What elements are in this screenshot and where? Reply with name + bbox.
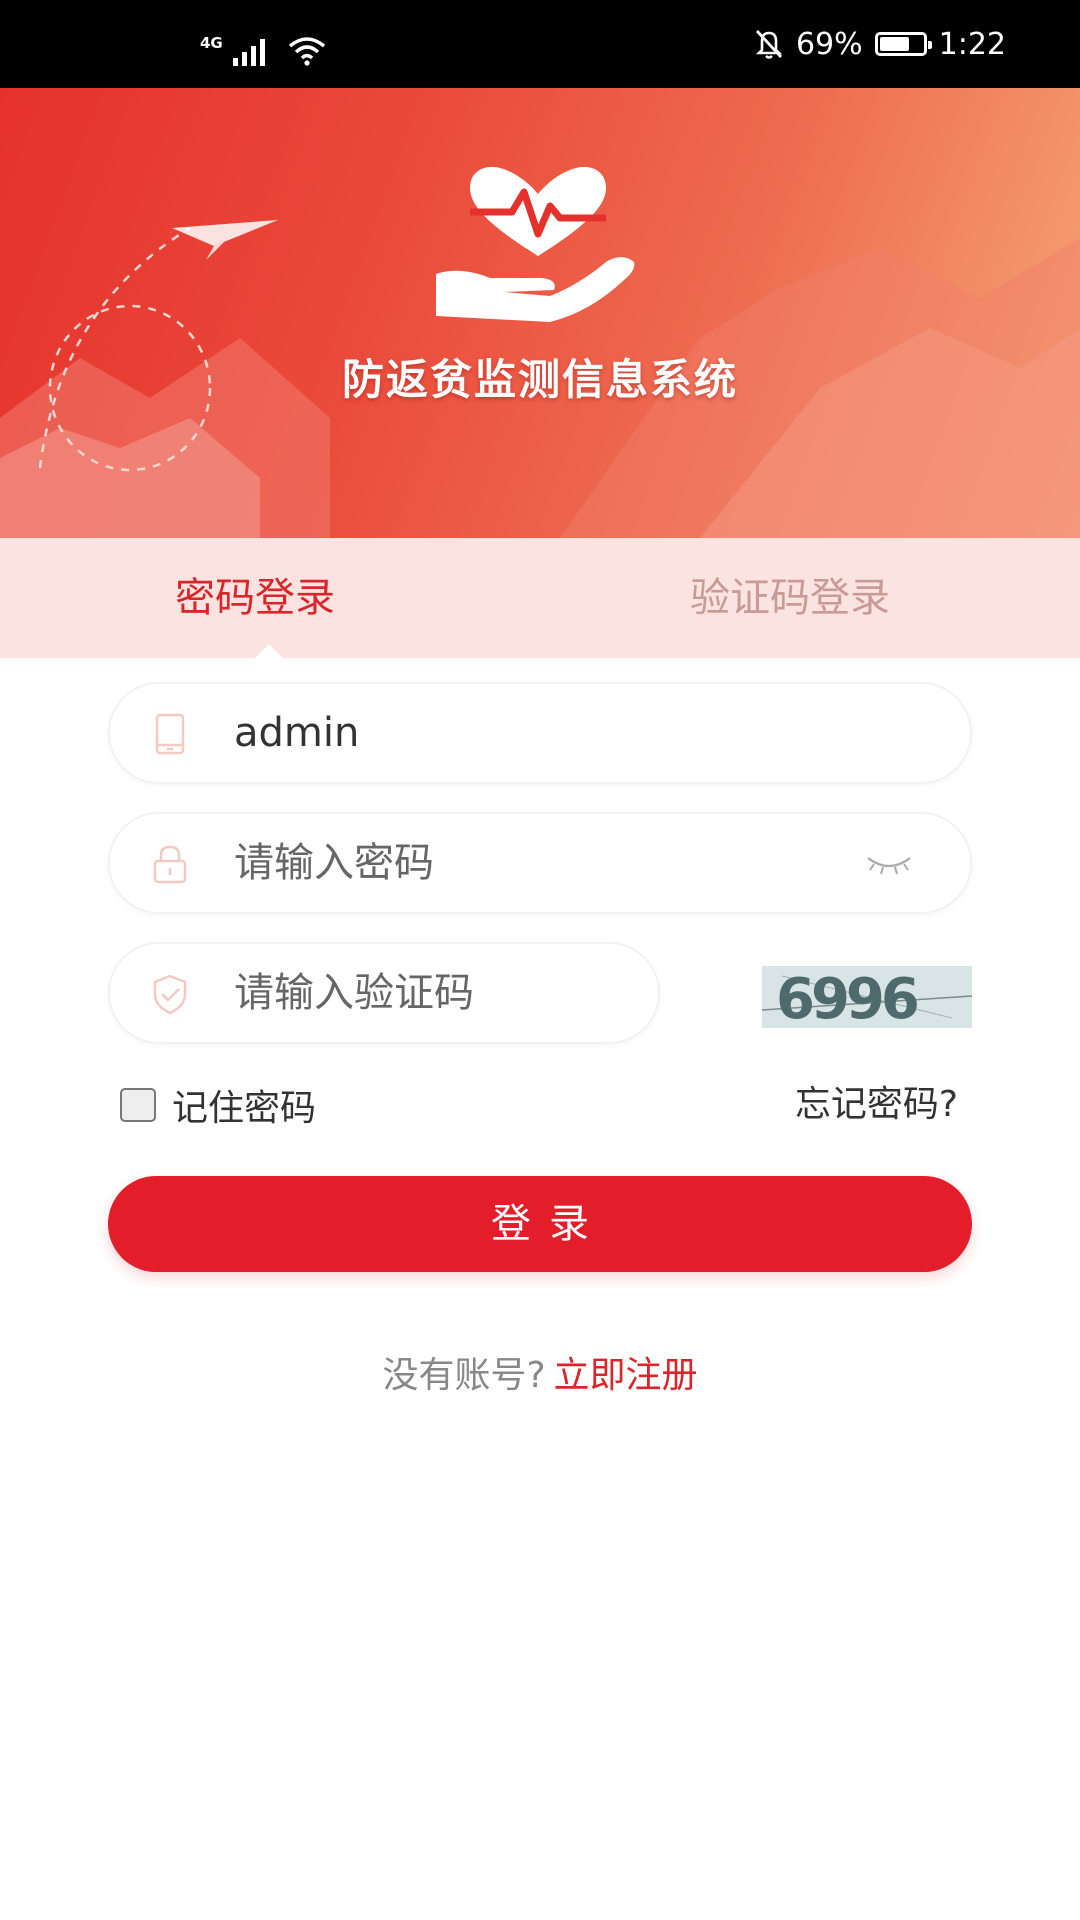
battery-percent: 69% [795,26,863,62]
eye-closed-icon[interactable] [864,850,914,878]
register-prompt: 没有账号? [382,1355,546,1396]
captcha-text: 6996 [776,967,917,1028]
active-tab-indicator [253,644,285,660]
status-left: 4G [200,30,327,66]
status-right: 69% 1:22 [754,20,1006,68]
forgot-password-link[interactable]: 忘记密码? [795,1080,958,1130]
username-value: admin [234,710,360,756]
network-type: 4G [200,34,223,52]
username-field[interactable]: admin [108,682,972,784]
battery-fill [879,37,909,51]
tab-password-login[interactable]: 密码登录 [175,538,335,658]
signal-icon [232,39,265,66]
heart-hand-logo [436,166,635,322]
captcha-placeholder: 请输入验证码 [234,970,474,1016]
register-link[interactable]: 立即注册 [554,1355,698,1396]
phone-icon [155,713,185,755]
login-button[interactable]: 登录 [108,1176,972,1272]
password-placeholder: 请输入密码 [234,840,434,886]
bell-off-icon [755,30,783,59]
captcha-image[interactable]: 6996 [762,966,972,1028]
shield-icon [153,974,187,1015]
register-row: 没有账号? 立即注册 [0,1346,1080,1398]
captcha-field[interactable]: 请输入验证码 [108,942,660,1044]
app-title: 防返贫监测信息系统 [341,355,738,404]
remember-checkbox[interactable] [120,1088,156,1122]
battery-icon [874,32,932,56]
login-tabs: 密码登录 验证码登录 [0,538,1080,658]
remember-label: 记住密码 [172,1088,317,1129]
header-banner: 防返贫监测信息系统 [0,88,1080,538]
clock: 1:22 [938,26,1006,62]
wifi-icon [288,37,325,66]
status-bar: 4G 69% 1:22 [0,0,1080,88]
tab-sms-login[interactable]: 验证码登录 [690,538,890,658]
password-field[interactable]: 请输入密码 [108,812,972,914]
remember-password[interactable]: 记住密码 [120,1080,316,1130]
lock-icon [153,845,187,884]
